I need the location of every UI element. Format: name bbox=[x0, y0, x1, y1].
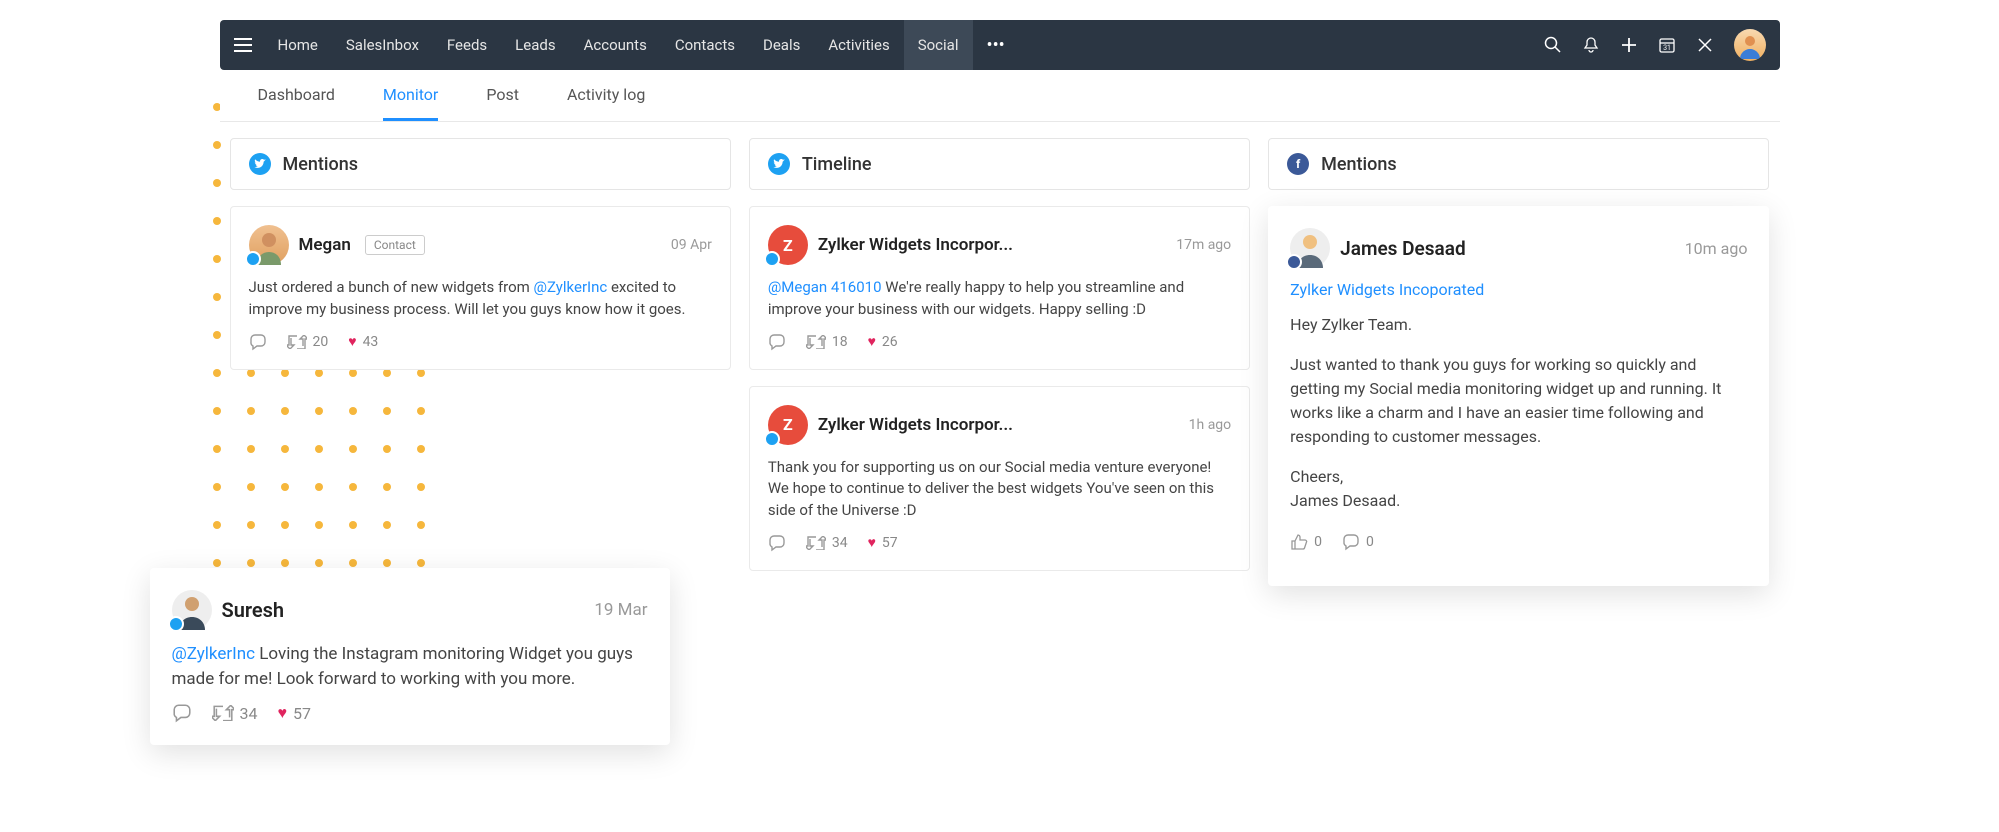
retweet-button[interactable]: 18 bbox=[806, 334, 848, 350]
nav-item-activities[interactable]: Activities bbox=[814, 20, 903, 70]
column-title: Timeline bbox=[802, 154, 872, 175]
calendar-icon[interactable]: 31 bbox=[1658, 36, 1676, 54]
reply-icon[interactable] bbox=[249, 333, 267, 351]
search-icon[interactable] bbox=[1544, 36, 1562, 54]
bell-icon[interactable] bbox=[1582, 36, 1600, 54]
hamburger-icon[interactable] bbox=[234, 38, 252, 52]
twitter-icon bbox=[249, 153, 271, 175]
post-body: Hey Zylker Team. Just wanted to thank yo… bbox=[1290, 313, 1747, 513]
retweet-button[interactable]: 34 bbox=[806, 535, 848, 551]
nav-item-salesinbox[interactable]: SalesInbox bbox=[332, 20, 433, 70]
page-link[interactable]: Zylker Widgets Incoporated bbox=[1290, 280, 1747, 299]
subtab-dashboard[interactable]: Dashboard bbox=[258, 70, 335, 121]
columns: Mentions Megan Contact 09 Apr Just order… bbox=[220, 122, 1780, 626]
reply-icon[interactable] bbox=[768, 534, 786, 552]
column-mentions-twitter: Mentions Megan Contact 09 Apr Just order… bbox=[230, 138, 731, 370]
timestamp: 1h ago bbox=[1189, 417, 1232, 433]
more-icon[interactable]: ••• bbox=[973, 35, 1019, 56]
post-card[interactable]: James Desaad 10m ago Zylker Widgets Inco… bbox=[1268, 206, 1769, 586]
sub-tabs: Dashboard Monitor Post Activity log bbox=[220, 70, 1780, 122]
avatar bbox=[172, 590, 212, 630]
facebook-icon: f bbox=[1287, 153, 1309, 175]
reply-icon[interactable] bbox=[768, 333, 786, 351]
author-name: James Desaad bbox=[1340, 237, 1466, 260]
twitter-badge-icon bbox=[764, 431, 780, 447]
avatar: Z bbox=[768, 405, 808, 445]
author-name: Zylker Widgets Incorpor... bbox=[818, 415, 1013, 435]
post-card[interactable]: Z Zylker Widgets Incorpor... 17m ago @Me… bbox=[749, 206, 1250, 370]
column-title: Mentions bbox=[283, 154, 358, 175]
author-name: Megan bbox=[299, 235, 351, 255]
tools-icon[interactable] bbox=[1696, 36, 1714, 54]
author-name: Suresh bbox=[222, 598, 285, 622]
column-mentions-facebook: f Mentions James Desaad 10m ago Zylker W… bbox=[1268, 138, 1769, 586]
nav-item-feeds[interactable]: Feeds bbox=[433, 20, 501, 70]
nav-item-accounts[interactable]: Accounts bbox=[570, 20, 661, 70]
like-button[interactable]: ♥57 bbox=[277, 703, 310, 723]
svg-text:31: 31 bbox=[1663, 44, 1671, 52]
user-avatar[interactable] bbox=[1734, 29, 1766, 61]
thumbs-up-button[interactable]: 0 bbox=[1290, 533, 1322, 551]
column-title: Mentions bbox=[1321, 154, 1396, 175]
subtab-monitor[interactable]: Monitor bbox=[383, 70, 438, 121]
subtab-activity-log[interactable]: Activity log bbox=[567, 70, 645, 121]
nav-items: HomeSalesInboxFeedsLeadsAccountsContacts… bbox=[264, 20, 973, 70]
timestamp: 09 Apr bbox=[671, 237, 712, 253]
column-header: f Mentions bbox=[1268, 138, 1769, 190]
timestamp: 10m ago bbox=[1685, 239, 1748, 258]
mention-link[interactable]: @Megan 416010 bbox=[768, 278, 882, 296]
post-card[interactable]: Megan Contact 09 Apr Just ordered a bunc… bbox=[230, 206, 731, 370]
twitter-icon bbox=[768, 153, 790, 175]
mention-link[interactable]: @ZylkerInc bbox=[172, 644, 256, 664]
column-timeline: Timeline Z Zylker Widgets Incorpor... 17… bbox=[749, 138, 1250, 571]
post-body: Just ordered a bunch of new widgets from… bbox=[249, 277, 712, 321]
avatar bbox=[249, 225, 289, 265]
twitter-badge-icon bbox=[245, 251, 261, 267]
nav-item-deals[interactable]: Deals bbox=[749, 20, 814, 70]
post-card-highlighted[interactable]: Suresh 19 Mar @ZylkerInc Loving the Inst… bbox=[150, 568, 670, 745]
timestamp: 19 Mar bbox=[594, 600, 647, 620]
twitter-badge-icon bbox=[764, 251, 780, 267]
like-button[interactable]: ♥43 bbox=[348, 333, 378, 350]
column-header: Timeline bbox=[749, 138, 1250, 190]
plus-icon[interactable] bbox=[1620, 36, 1638, 54]
avatar: Z bbox=[768, 225, 808, 265]
author-name: Zylker Widgets Incorpor... bbox=[818, 235, 1013, 255]
post-body: @Megan 416010 We're really happy to help… bbox=[768, 277, 1231, 321]
retweet-button[interactable]: 20 bbox=[287, 334, 329, 350]
post-body: @ZylkerInc Loving the Instagram monitori… bbox=[172, 642, 648, 691]
post-card[interactable]: Z Zylker Widgets Incorpor... 1h ago Than… bbox=[749, 386, 1250, 571]
reply-icon[interactable] bbox=[172, 703, 192, 723]
column-header: Mentions bbox=[230, 138, 731, 190]
subtab-post[interactable]: Post bbox=[486, 70, 519, 121]
contact-tag: Contact bbox=[365, 235, 425, 255]
nav-item-social[interactable]: Social bbox=[904, 20, 973, 70]
nav-item-contacts[interactable]: Contacts bbox=[661, 20, 749, 70]
comment-button[interactable]: 0 bbox=[1342, 533, 1374, 551]
nav-item-home[interactable]: Home bbox=[264, 20, 332, 70]
post-body: Thank you for supporting us on our Socia… bbox=[768, 457, 1231, 522]
like-button[interactable]: ♥26 bbox=[868, 333, 898, 350]
twitter-badge-icon bbox=[168, 616, 184, 632]
top-nav: HomeSalesInboxFeedsLeadsAccountsContacts… bbox=[220, 20, 1780, 70]
mention-link[interactable]: @ZylkerInc bbox=[534, 278, 608, 296]
like-button[interactable]: ♥57 bbox=[868, 534, 898, 551]
retweet-button[interactable]: 34 bbox=[212, 704, 258, 723]
nav-item-leads[interactable]: Leads bbox=[501, 20, 569, 70]
avatar bbox=[1290, 228, 1330, 268]
timestamp: 17m ago bbox=[1176, 237, 1231, 253]
